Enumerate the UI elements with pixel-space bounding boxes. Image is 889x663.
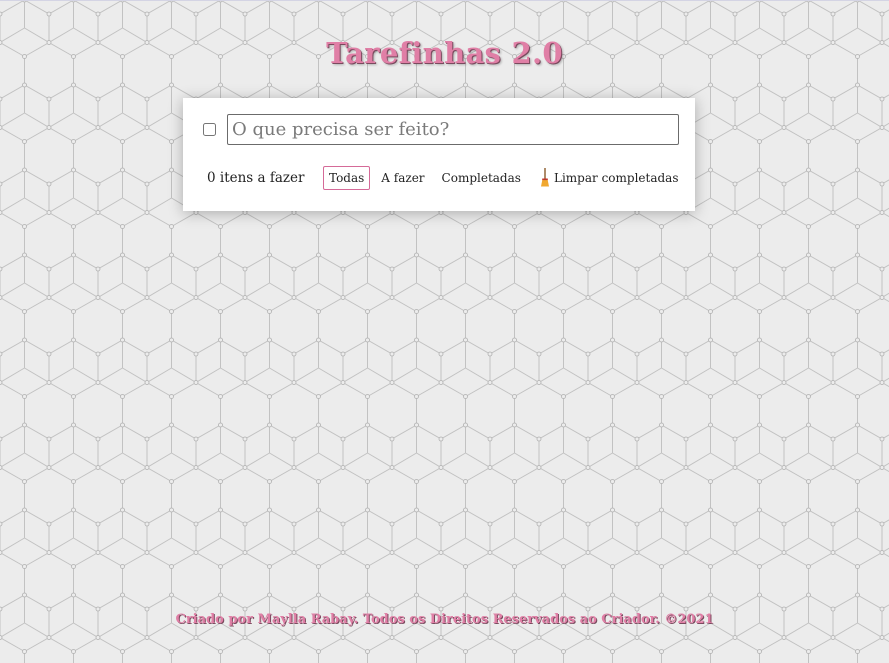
footer-credits: Criado por Maylla Rabay. Todos os Direit… — [175, 612, 714, 627]
filter-all[interactable]: Todas — [323, 166, 371, 190]
filter-list: Todas A fazer Completadas — [323, 166, 532, 190]
clear-completed-button[interactable]: Limpar completadas — [539, 168, 679, 187]
filter-completed[interactable]: Completadas — [436, 166, 527, 190]
items-left-count: 0 itens a fazer — [207, 170, 305, 186]
todo-card: 0 itens a fazer Todas A fazer Completada… — [183, 98, 695, 211]
broom-icon — [541, 168, 549, 187]
clear-completed-label: Limpar completadas — [554, 170, 679, 185]
filter-active[interactable]: A fazer — [375, 166, 430, 190]
toggle-all-checkbox[interactable] — [203, 123, 216, 136]
new-todo-input[interactable] — [227, 114, 679, 145]
page-title: Tarefinhas 2.0 — [326, 36, 563, 70]
top-border — [0, 0, 889, 1]
